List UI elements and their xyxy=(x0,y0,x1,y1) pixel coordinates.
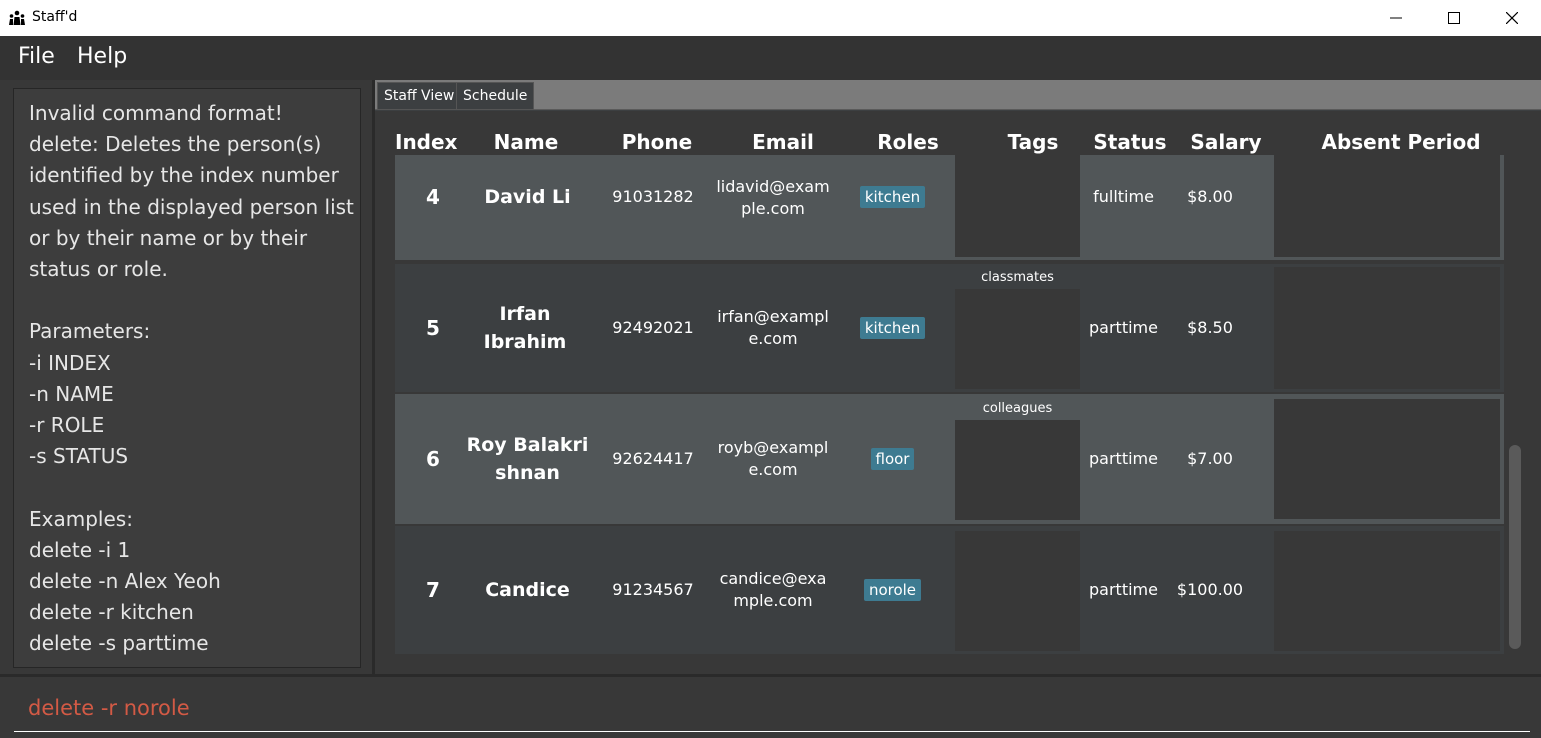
row-phone: 92492021 xyxy=(612,318,694,337)
maximize-button[interactable] xyxy=(1425,0,1483,36)
row-tags-box xyxy=(955,420,1080,520)
row-email: lidavid@example.com xyxy=(716,177,830,218)
command-input[interactable] xyxy=(14,684,1530,732)
row-name: Roy Balakrishnan xyxy=(466,434,589,484)
row-salary: $8.50 xyxy=(1187,318,1233,337)
row-status: parttime xyxy=(1089,580,1158,599)
title-bar: Staff'd xyxy=(0,0,1541,36)
row-name: Candice xyxy=(485,579,570,601)
header-index: Index xyxy=(395,130,458,154)
row-tags-box xyxy=(955,289,1080,389)
row-status: fulltime xyxy=(1093,186,1154,206)
row-email: candice@example.com xyxy=(719,569,827,610)
header-salary: Salary xyxy=(1190,130,1262,154)
row-status: parttime xyxy=(1089,449,1158,468)
row-absent-period xyxy=(1274,399,1500,519)
header-email: Email xyxy=(752,130,814,154)
row-roles: norole xyxy=(850,526,935,654)
result-message: Invalid command format! delete: Deletes … xyxy=(29,101,354,656)
row-tags-box xyxy=(955,155,1080,257)
row-roles: kitchen xyxy=(850,155,935,238)
row-name: David Li xyxy=(484,185,571,208)
row-salary: $8.00 xyxy=(1187,186,1233,206)
app-logo-icon xyxy=(9,10,25,25)
window-title: Staff'd xyxy=(32,9,78,25)
row-index: 7 xyxy=(426,578,440,602)
row-absent-period xyxy=(1274,155,1500,257)
row-roles: kitchen xyxy=(850,264,935,392)
header-tags: Tags xyxy=(1007,130,1059,154)
tab-schedule[interactable]: Schedule xyxy=(456,82,535,110)
row-phone: 92624417 xyxy=(612,449,694,468)
row-absent-period xyxy=(1274,531,1500,651)
role-tag: floor xyxy=(870,448,915,470)
row-status: parttime xyxy=(1089,318,1158,337)
row-tags-box xyxy=(955,531,1080,651)
tag-label: classmates xyxy=(981,270,1054,285)
menu-help[interactable]: Help xyxy=(77,44,127,69)
header-absent-period: Absent Period xyxy=(1321,130,1481,154)
table-row[interactable]: 4 David Li 91031282 lidavid@example.com … xyxy=(395,155,1504,260)
header-phone: Phone xyxy=(621,130,693,154)
row-phone: 91234567 xyxy=(612,580,694,599)
minimize-button[interactable] xyxy=(1367,0,1425,36)
row-name: Irfan Ibrahim xyxy=(483,303,567,353)
header-status: Status xyxy=(1093,130,1167,154)
result-display[interactable]: Invalid command format! delete: Deletes … xyxy=(13,88,361,668)
row-email: royb@example.com xyxy=(717,438,829,479)
maximize-icon xyxy=(1448,12,1460,24)
header-roles: Roles xyxy=(877,130,939,154)
minimize-icon xyxy=(1390,17,1402,19)
menu-file[interactable]: File xyxy=(18,44,55,69)
role-tag: kitchen xyxy=(859,317,926,339)
header-name: Name xyxy=(493,130,559,154)
close-button[interactable] xyxy=(1483,0,1541,36)
tag-label: colleagues xyxy=(982,401,1053,416)
row-salary: $100.00 xyxy=(1176,580,1244,599)
row-salary: $7.00 xyxy=(1187,449,1233,468)
table-row[interactable]: 5 Irfan Ibrahim 92492021 irfan@example.c… xyxy=(395,264,1504,392)
role-tag: kitchen xyxy=(859,185,926,208)
role-tag: norole xyxy=(863,579,922,601)
row-roles: floor xyxy=(850,394,935,524)
row-index: 6 xyxy=(426,447,440,471)
row-phone: 91031282 xyxy=(612,186,694,206)
tab-staff-view[interactable]: Staff View xyxy=(377,82,462,110)
table-row[interactable]: 6 Roy Balakrishnan 92624417 royb@example… xyxy=(395,394,1504,524)
row-email: irfan@example.com xyxy=(717,307,829,348)
row-absent-period xyxy=(1274,267,1500,389)
row-index: 4 xyxy=(426,184,440,209)
tab-bar: Staff View Schedule xyxy=(375,80,1541,110)
row-index: 5 xyxy=(426,316,440,340)
menu-bar: File Help xyxy=(0,36,1541,80)
close-icon xyxy=(1506,12,1518,24)
scrollbar-thumb[interactable] xyxy=(1509,445,1521,649)
table-row[interactable]: 7 Candice 91234567 candice@example.com n… xyxy=(395,526,1504,654)
